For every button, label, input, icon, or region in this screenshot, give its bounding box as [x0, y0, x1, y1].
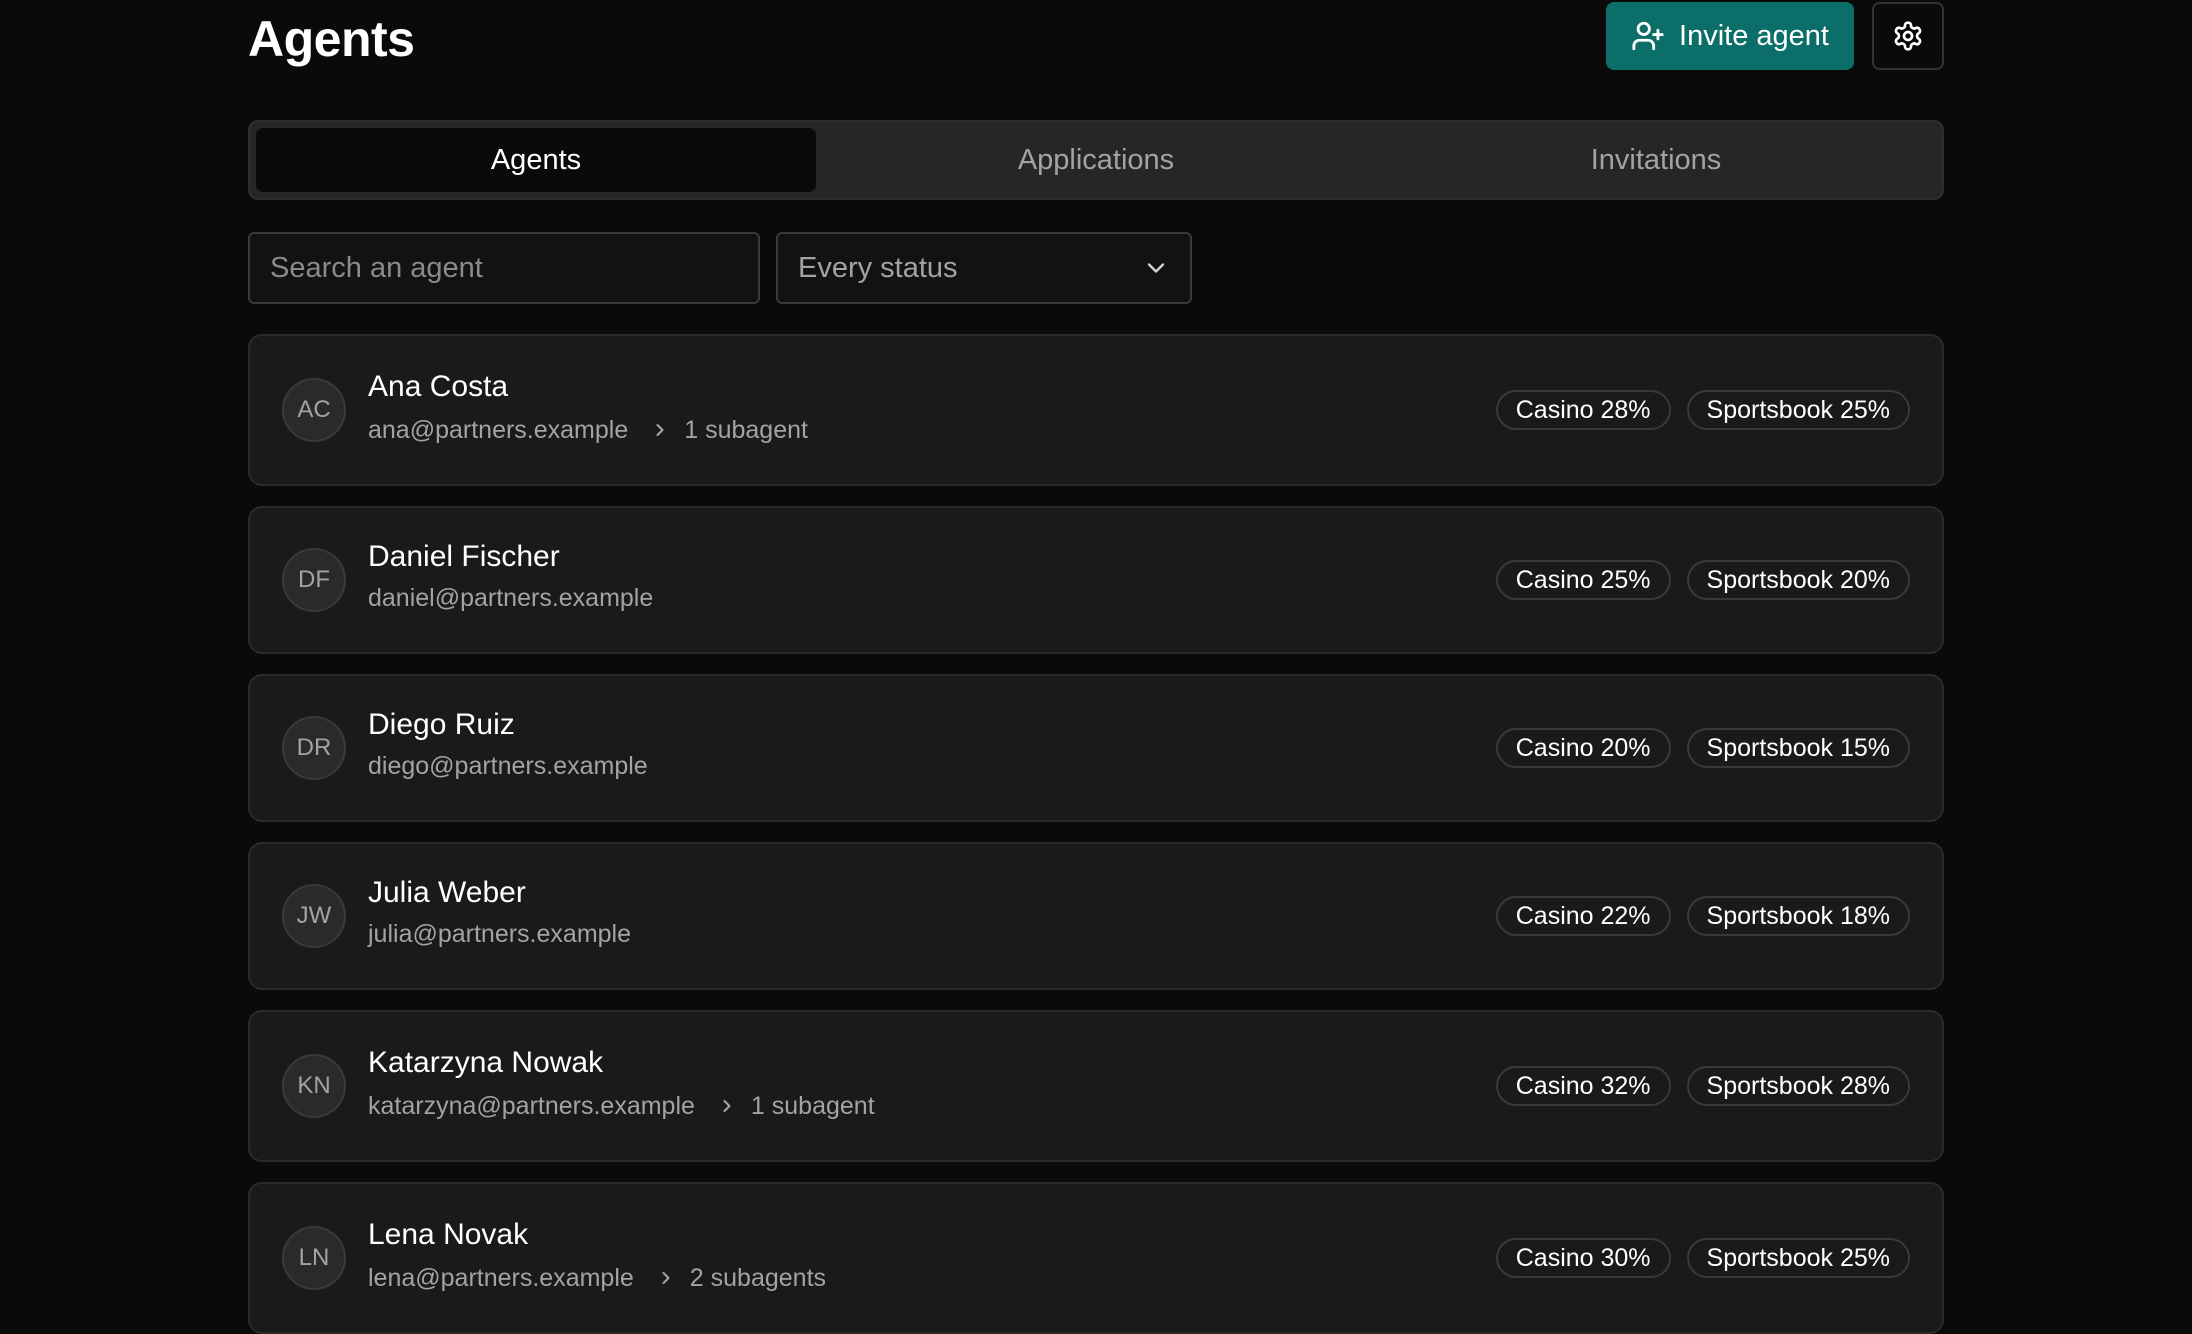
agent-card[interactable]: KN Katarzyna Nowak katarzyna@partners.ex…	[248, 1010, 1944, 1162]
sportsbook-badge: Sportsbook 20%	[1686, 560, 1910, 600]
sportsbook-badge: Sportsbook 15%	[1686, 728, 1910, 768]
sportsbook-badge: Sportsbook 25%	[1686, 390, 1910, 430]
search-input[interactable]	[248, 232, 760, 304]
agent-email: julia@partners.example	[368, 920, 632, 948]
agent-card[interactable]: JW Julia Weber julia@partners.example Ca…	[248, 842, 1944, 990]
casino-badge: Casino 28%	[1495, 390, 1671, 430]
agent-name: Katarzyna Nowak	[368, 1046, 604, 1079]
agent-email: lena@partners.example	[368, 1264, 634, 1292]
agent-meta: julia@partners.example	[368, 918, 631, 950]
tab-bar: Agents Applications Invitations	[248, 120, 1944, 200]
agent-card[interactable]: AC Ana Costa ana@partners.example 1 suba…	[248, 334, 1944, 486]
agent-card[interactable]: DR Diego Ruiz diego@partners.example Cas…	[248, 674, 1944, 822]
casino-badge: Casino 30%	[1495, 1238, 1671, 1278]
chevron-down-icon	[1142, 254, 1170, 282]
chevron-right-icon	[642, 420, 670, 440]
user-plus-icon	[1631, 19, 1665, 53]
sportsbook-badge: Sportsbook 25%	[1686, 1238, 1910, 1278]
tab-invitations[interactable]: Invitations	[1376, 128, 1936, 192]
chevron-right-icon	[709, 1096, 737, 1116]
tab-applications[interactable]: Applications	[816, 128, 1376, 192]
commission-badges: Casino 32% Sportsbook 28%	[1495, 1066, 1910, 1106]
gear-icon	[1892, 20, 1924, 52]
agent-name: Lena Novak	[368, 1218, 529, 1251]
commission-badges: Casino 20% Sportsbook 15%	[1495, 728, 1910, 768]
casino-badge: Casino 22%	[1495, 896, 1671, 936]
casino-badge: Casino 32%	[1495, 1066, 1671, 1106]
agent-name: Daniel Fischer	[368, 540, 560, 573]
subagent-count[interactable]: 1 subagent	[684, 414, 808, 446]
chevron-right-icon	[648, 1268, 676, 1288]
agent-name: Julia Weber	[368, 876, 526, 909]
agent-email: daniel@partners.example	[368, 584, 654, 612]
agent-meta: katarzyna@partners.example 1 subagent	[368, 1090, 875, 1122]
agent-meta: diego@partners.example	[368, 750, 648, 782]
agent-card[interactable]: DF Daniel Fischer daniel@partners.exampl…	[248, 506, 1944, 654]
page-header: Agents Invite agent	[248, 0, 1944, 80]
status-select[interactable]: Every status	[776, 232, 1192, 304]
commission-badges: Casino 25% Sportsbook 20%	[1495, 560, 1910, 600]
agent-name: Diego Ruiz	[368, 708, 515, 741]
agent-email: katarzyna@partners.example	[368, 1092, 695, 1120]
tab-agents[interactable]: Agents	[256, 128, 816, 192]
invite-agent-button[interactable]: Invite agent	[1606, 2, 1854, 70]
avatar: DF	[282, 548, 346, 612]
page-title: Agents	[248, 11, 415, 67]
avatar: KN	[282, 1054, 346, 1118]
subagent-count[interactable]: 2 subagents	[690, 1262, 826, 1294]
sportsbook-badge: Sportsbook 28%	[1686, 1066, 1910, 1106]
avatar: AC	[282, 378, 346, 442]
subagent-count[interactable]: 1 subagent	[751, 1090, 875, 1122]
commission-badges: Casino 30% Sportsbook 25%	[1495, 1238, 1910, 1278]
avatar: LN	[282, 1226, 346, 1290]
commission-badges: Casino 28% Sportsbook 25%	[1495, 390, 1910, 430]
avatar: JW	[282, 884, 346, 948]
agent-card[interactable]: LN Lena Novak lena@partners.example 2 su…	[248, 1182, 1944, 1334]
agent-name: Ana Costa	[368, 370, 509, 403]
avatar: DR	[282, 716, 346, 780]
commission-badges: Casino 22% Sportsbook 18%	[1495, 896, 1910, 936]
agent-meta: lena@partners.example 2 subagents	[368, 1262, 826, 1294]
agent-email: diego@partners.example	[368, 752, 648, 780]
settings-button[interactable]	[1872, 2, 1944, 70]
agent-email: ana@partners.example	[368, 416, 629, 444]
casino-badge: Casino 25%	[1495, 560, 1671, 600]
sportsbook-badge: Sportsbook 18%	[1686, 896, 1910, 936]
invite-agent-label: Invite agent	[1679, 19, 1829, 52]
agent-meta: ana@partners.example 1 subagent	[368, 414, 808, 446]
casino-badge: Casino 20%	[1495, 728, 1671, 768]
status-select-value: Every status	[798, 251, 958, 284]
agent-meta: daniel@partners.example	[368, 582, 653, 614]
